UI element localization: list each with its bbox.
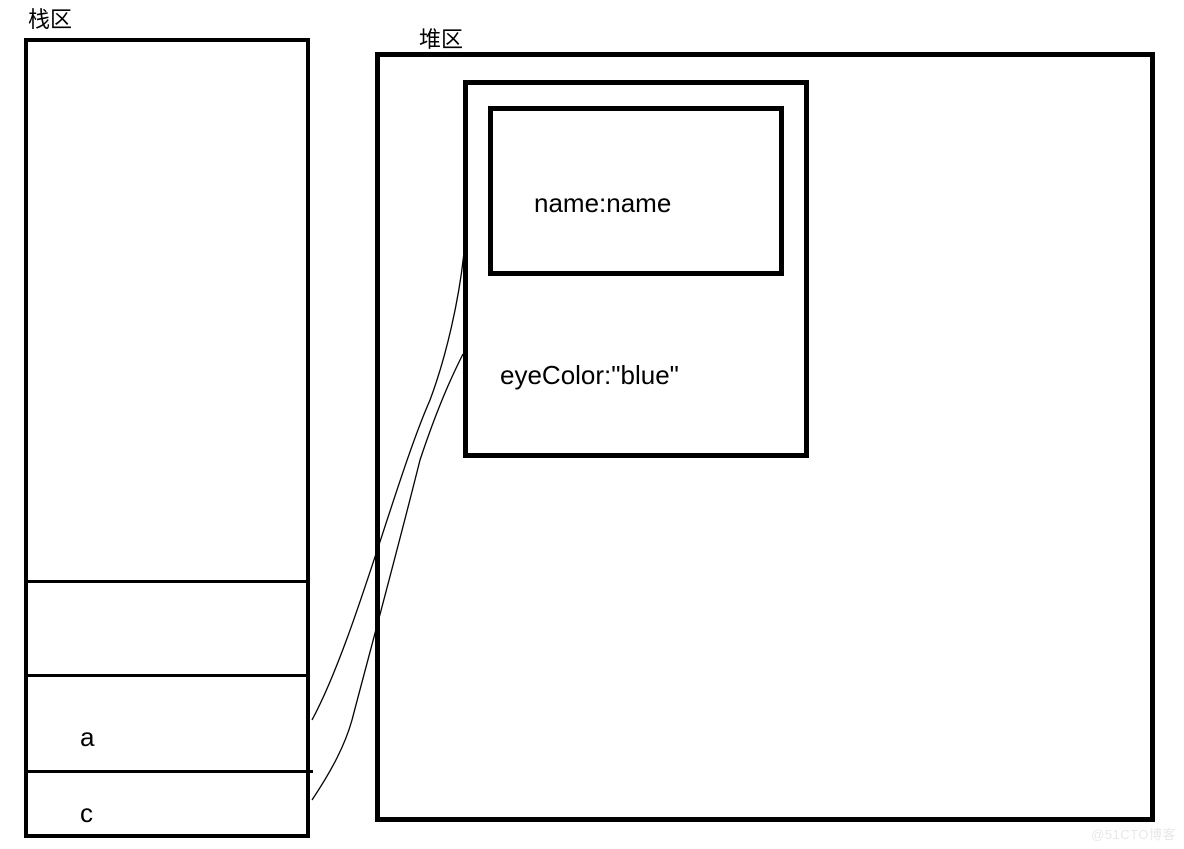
stack-divider [26,580,306,583]
object-name-field: name:name [534,188,671,219]
object-eyecolor-field: eyeColor:"blue" [500,360,679,391]
stack-slot-c: c [80,798,93,829]
stack-box [24,38,310,838]
stack-slot-a: a [80,722,94,753]
memory-diagram: 栈区 堆区 a c name:name eyeColor:"blue" @51C… [0,0,1184,849]
stack-area-label: 栈区 [28,2,72,34]
stack-divider [26,674,310,677]
watermark: @51CTO博客 [1091,824,1176,843]
stack-divider [24,770,313,773]
heap-area-label: 堆区 [419,22,463,54]
